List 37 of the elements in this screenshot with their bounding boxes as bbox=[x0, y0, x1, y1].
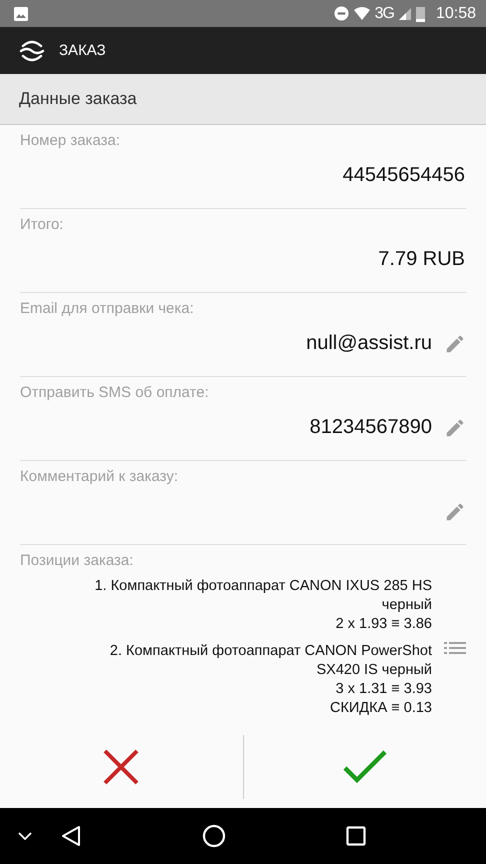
do-not-disturb-icon bbox=[334, 6, 349, 21]
field-value: null@assist.ru bbox=[306, 332, 432, 355]
checkmark-icon bbox=[342, 750, 387, 784]
pencil-icon[interactable] bbox=[444, 416, 466, 438]
back-icon[interactable] bbox=[60, 825, 82, 847]
field-value: 7.79 RUB bbox=[378, 248, 465, 271]
battery-icon bbox=[416, 6, 425, 22]
field-label: Комментарий к заказу: bbox=[20, 468, 178, 485]
order-item-line: 2 x 1.93 ≡ 3.86 bbox=[336, 615, 432, 634]
logo-icon bbox=[19, 40, 45, 62]
field-label: Отправить SMS об оплате: bbox=[20, 384, 209, 401]
field-label: Итого: bbox=[20, 216, 64, 233]
order-item-line: черный bbox=[382, 596, 432, 615]
field-label: Номер заказа: bbox=[20, 132, 120, 149]
field-label: Позиции заказа: bbox=[20, 552, 134, 569]
field-value: 44545654456 bbox=[342, 164, 465, 187]
clock: 10:58 bbox=[436, 4, 476, 22]
field-label: Email для отправки чека: bbox=[20, 300, 194, 317]
list-icon[interactable] bbox=[444, 640, 466, 654]
wifi-icon bbox=[354, 7, 370, 20]
app-title: ЗАКАЗ bbox=[59, 42, 106, 59]
close-icon bbox=[103, 748, 140, 784]
pencil-icon[interactable] bbox=[444, 332, 466, 354]
chevron-down-icon[interactable] bbox=[18, 832, 32, 840]
recents-icon[interactable] bbox=[346, 826, 366, 846]
signal-icon bbox=[398, 8, 411, 20]
field-value: 81234567890 bbox=[310, 416, 432, 439]
order-item-line: СКИДКА ≡ 0.13 bbox=[330, 699, 432, 718]
home-icon[interactable] bbox=[202, 824, 226, 848]
network-type: 3G bbox=[374, 4, 394, 22]
order-item-line: 1. Компактный фотоаппарат CANON IXUS 285 HS bbox=[94, 577, 432, 596]
order-item-line: 3 x 1.31 ≡ 3.93 bbox=[336, 680, 432, 699]
image-icon bbox=[14, 6, 28, 20]
pencil-icon[interactable] bbox=[444, 500, 466, 522]
order-item-line: 2. Компактный фотоаппарат CANON PowerShot bbox=[110, 642, 432, 661]
order-item-line: SX420 IS черный bbox=[316, 661, 432, 680]
section-title: Данные заказа bbox=[19, 89, 137, 109]
